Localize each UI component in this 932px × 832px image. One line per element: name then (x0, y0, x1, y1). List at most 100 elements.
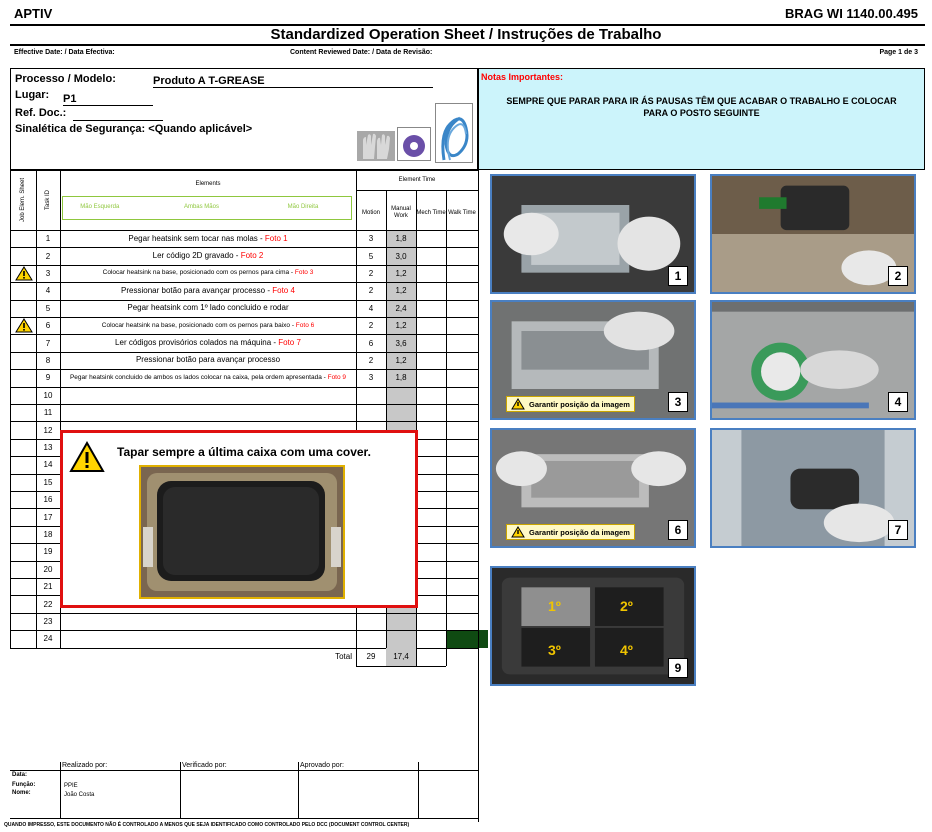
element-description: Pegar heatsink sem tocar nas molas - Fot… (60, 230, 356, 247)
task-id: 2 (45, 251, 51, 261)
task-id: 7 (45, 338, 51, 348)
box-slot-label: 3º (548, 642, 561, 658)
effective-date-label: Effective Date: / Data Efectiva: (14, 49, 115, 56)
task-id: 1 (45, 234, 51, 244)
element-text: Pressionar botão para avançar processo - (121, 285, 273, 295)
processo-label: Processo / Modelo: (15, 73, 116, 85)
data-label: Data: (12, 772, 28, 778)
warning-icon (511, 398, 525, 410)
task-id: 10 (43, 390, 53, 400)
document-number: BRAG WI 1140.00.495 (785, 6, 918, 21)
element-text: Pressionar botão para avançar processo (135, 355, 281, 365)
ref-doc-line (73, 120, 163, 121)
total-motion: 29 (366, 652, 376, 662)
col-manual-label: Manual Work (391, 206, 411, 219)
grid-line-h (10, 404, 478, 405)
element-text: Ler código 2D gravado - (152, 251, 241, 261)
hands-legend: Mão Esquerda Ambas Mãos Mão Direita (62, 196, 352, 220)
photo-4: 4 (710, 300, 916, 420)
warning-icon (69, 440, 105, 478)
manual-value: 1,8 (395, 373, 407, 383)
photo-1: 1 (490, 174, 696, 294)
foto-reference: Foto 7 (278, 338, 301, 348)
element-description: Pressionar botão para avançar processo -… (60, 282, 356, 299)
motion-value: 2 (368, 286, 374, 296)
task-id: 12 (43, 425, 53, 435)
cover-warning-callout: Tapar sempre a última caixa com uma cove… (60, 430, 418, 608)
photo-7: 7 (710, 428, 916, 548)
col-walk-label: Walk Time (448, 209, 476, 216)
manual-value: 3,0 (395, 251, 407, 261)
footer-disclaimer: QUANDO IMPRESSO, ESTE DOCUMENTO NÃO É CO… (4, 822, 410, 828)
task-id: 16 (43, 495, 53, 505)
aprovado-label: Aprovado por: (300, 762, 344, 769)
important-notes-box: Notas Importantes: SEMPRE QUE PARAR PARA… (478, 68, 925, 170)
notes-title: Notas Importantes: (481, 72, 564, 82)
manual-value: 2,4 (395, 303, 407, 313)
ref-doc-label: Ref. Doc.: (15, 107, 67, 119)
task-id: 6 (45, 321, 51, 331)
manual-value: 1,8 (395, 234, 407, 244)
walk-time-marker (446, 630, 488, 648)
funcao-value: PPIE (64, 783, 78, 789)
element-description: Ler códigos provisórios colados na máqui… (60, 334, 356, 351)
position-warning-text: Garantir posição da imagem (529, 399, 630, 409)
box-slot-label: 2º (620, 598, 633, 614)
grid-line-h (356, 190, 478, 191)
task-id: 15 (43, 477, 53, 487)
grid-line-h (10, 386, 478, 388)
photo-number-badge: 7 (888, 520, 908, 540)
notes-text: SEMPRE QUE PARAR PARA IR ÁS PAUSAS TÊM Q… (506, 96, 897, 118)
col-motion-label: Motion (361, 209, 380, 216)
task-id: 5 (45, 303, 51, 313)
manual-value: 1,2 (395, 286, 407, 296)
photo-number-badge: 6 (668, 520, 688, 540)
task-id: 19 (43, 547, 53, 557)
grid-line-h (10, 630, 478, 632)
total-manual: 17,4 (386, 647, 416, 666)
title-rule (10, 44, 925, 46)
col-task-header: Task ID (36, 170, 60, 230)
photo-number-badge: 2 (888, 266, 908, 286)
task-id: 9 (45, 373, 51, 383)
element-text: Pegar heatsink concluido de ambos os lad… (69, 373, 328, 381)
element-text: Pegar heatsink sem tocar nas molas - (128, 233, 265, 243)
task-id: 24 (43, 634, 53, 644)
motion-value: 4 (368, 303, 374, 313)
photo-3: 3 Garantir posição da imagem (490, 300, 696, 420)
element-description: Ler código 2D gravado - Foto 2 (60, 247, 356, 264)
brand-name: APTIV (14, 6, 53, 21)
task-id: 8 (45, 355, 51, 365)
motion-value: 3 (368, 234, 374, 244)
element-description: Pressionar botão para avançar processo (60, 352, 356, 369)
motion-value: 3 (368, 373, 374, 383)
process-info-box: Processo / Modelo: Produto A T-GREASE Lu… (10, 68, 478, 170)
realizado-label: Realizado por: (62, 762, 108, 769)
grid-line-h (356, 665, 446, 667)
motion-value: 6 (368, 338, 374, 348)
element-description: Pegar heatsink com 1º lado concluido e r… (60, 300, 356, 317)
element-text: Colocar heatsink na base, posicionado co… (102, 269, 295, 277)
task-id: 22 (43, 599, 53, 609)
hand-right-label: Mão Direita (287, 204, 319, 210)
foto-reference: Foto 3 (294, 269, 314, 277)
nome-value: João Costa (64, 792, 95, 798)
grid-line-h (10, 421, 478, 423)
grid-line-h (10, 170, 478, 171)
element-description: Pegar heatsink concluido de ambos os lad… (60, 369, 356, 386)
nome-label: Nome: (12, 790, 31, 796)
motion-value: 2 (368, 268, 374, 278)
sinaletica-label: Sinalética de Segurança: <Quando aplicáv… (15, 123, 253, 135)
grid-line-v (10, 170, 11, 648)
photo-6: 6 Garantir posição da imagem (490, 428, 696, 548)
col-task-label: Task ID (44, 189, 51, 211)
hand-left-label: Mão Esquerda (80, 204, 120, 210)
foto-reference: Foto 2 (240, 251, 264, 261)
manual-value: 1,2 (395, 321, 407, 331)
funcao-label: Função: (12, 782, 36, 788)
cable-icon (435, 103, 473, 163)
warning-icon (14, 318, 34, 333)
box-slot-label: 4º (620, 642, 633, 658)
box-slot-label: 1º (548, 598, 561, 614)
motion-value: 2 (368, 321, 374, 331)
